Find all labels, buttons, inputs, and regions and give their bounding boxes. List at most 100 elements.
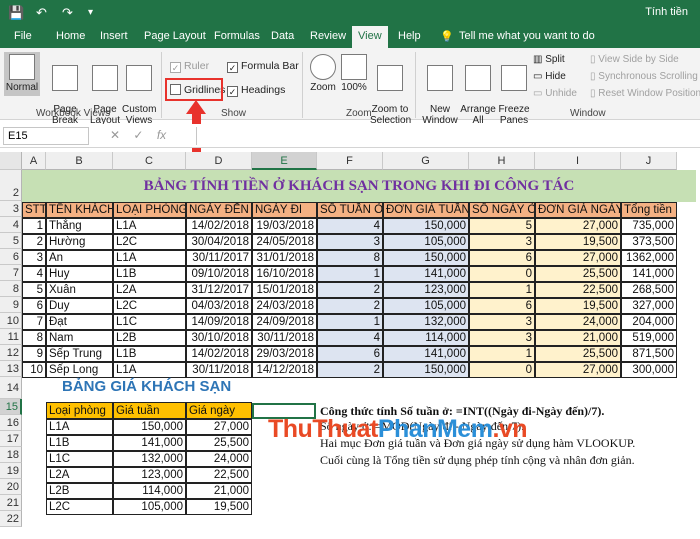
redo-icon[interactable]: ↷	[62, 5, 73, 21]
table-cell[interactable]: Nam	[46, 330, 113, 346]
table-cell[interactable]: L1A	[113, 362, 186, 378]
reset-window-position-button[interactable]: ▯ Reset Window Position	[590, 88, 700, 99]
column-header-f[interactable]: F	[317, 152, 383, 170]
zoom-100-button[interactable]: 100%	[340, 54, 368, 93]
table-cell[interactable]: 871,500	[621, 346, 677, 362]
table-cell[interactable]: 268,500	[621, 282, 677, 298]
ruler-checkbox[interactable]: ✓ Ruler	[170, 60, 209, 73]
row-header-6[interactable]: 6	[0, 249, 22, 265]
price-cell[interactable]: 19,500	[186, 499, 252, 515]
row-header-16[interactable]: 16	[0, 415, 22, 431]
table-cell[interactable]: 1	[469, 346, 535, 362]
table-cell[interactable]: 16/10/2018	[252, 266, 317, 282]
table-cell[interactable]: 2	[317, 362, 383, 378]
table-cell[interactable]: 19,500	[535, 234, 621, 250]
table-cell[interactable]: 300,000	[621, 362, 677, 378]
tell-me-box[interactable]: Tell me what you want to do	[459, 30, 595, 42]
column-header-h[interactable]: H	[469, 152, 535, 170]
table-cell[interactable]: An	[46, 250, 113, 266]
custom-views-button[interactable]: Custom Views	[122, 54, 156, 126]
column-header-a[interactable]: A	[22, 152, 46, 170]
table-cell[interactable]: 31/01/2018	[252, 250, 317, 266]
table-cell[interactable]: 105,000	[383, 234, 469, 250]
table-cell[interactable]: 373,500	[621, 234, 677, 250]
price-cell[interactable]: 25,500	[186, 435, 252, 451]
table-cell[interactable]: L2A	[113, 282, 186, 298]
price-cell[interactable]: 123,000	[113, 467, 186, 483]
column-header-g[interactable]: G	[383, 152, 469, 170]
formula-input[interactable]	[196, 127, 696, 145]
column-header-d[interactable]: D	[186, 152, 252, 170]
row-header-12[interactable]: 12	[0, 345, 22, 361]
row-header-9[interactable]: 9	[0, 297, 22, 313]
table-cell[interactable]: L1B	[113, 346, 186, 362]
table-cell[interactable]: 24/05/2018	[252, 234, 317, 250]
price-cell[interactable]: L2C	[46, 499, 113, 515]
unhide-button[interactable]: ▭ Unhide	[533, 88, 577, 99]
table-cell[interactable]: 15/01/2018	[252, 282, 317, 298]
table-cell[interactable]: 27,000	[535, 250, 621, 266]
synchronous-scrolling-button[interactable]: ▯ Synchronous Scrolling	[590, 71, 698, 82]
table-cell[interactable]: 04/03/2018	[186, 298, 252, 314]
table-cell[interactable]: 30/11/2017	[186, 250, 252, 266]
table-cell[interactable]: 3	[469, 330, 535, 346]
price-cell[interactable]: 141,000	[113, 435, 186, 451]
row-header-22[interactable]: 22	[0, 511, 22, 527]
table-cell[interactable]: Huy	[46, 266, 113, 282]
column-header-c[interactable]: C	[113, 152, 186, 170]
table-cell[interactable]: 141,000	[383, 266, 469, 282]
tab-file[interactable]: File	[14, 30, 32, 42]
table-cell[interactable]: 19/03/2018	[252, 218, 317, 234]
table-cell[interactable]: 7	[22, 314, 46, 330]
table-cell[interactable]: 114,000	[383, 330, 469, 346]
price-cell[interactable]: L2B	[46, 483, 113, 499]
split-button[interactable]: ▥ Split	[533, 54, 565, 65]
table-cell[interactable]: 8	[22, 330, 46, 346]
hide-button[interactable]: ▭ Hide	[533, 71, 566, 82]
table-cell[interactable]: 735,000	[621, 218, 677, 234]
table-cell[interactable]: 2	[22, 234, 46, 250]
price-cell[interactable]: L1B	[46, 435, 113, 451]
table-cell[interactable]: 25,500	[535, 266, 621, 282]
table-cell[interactable]: L2C	[113, 234, 186, 250]
table-cell[interactable]: Hường	[46, 234, 113, 250]
table-cell[interactable]: 150,000	[383, 250, 469, 266]
enter-icon[interactable]: ✓	[133, 128, 143, 142]
undo-icon[interactable]: ↶	[36, 5, 47, 21]
table-cell[interactable]: 21,000	[535, 330, 621, 346]
arrange-all-button[interactable]: Arrange All	[460, 54, 496, 126]
tab-data[interactable]: Data	[271, 30, 294, 42]
row-header-4[interactable]: 4	[0, 217, 22, 233]
table-cell[interactable]: 14/02/2018	[186, 218, 252, 234]
table-cell[interactable]: 30/11/2018	[186, 362, 252, 378]
column-header-e[interactable]: E	[252, 152, 317, 170]
row-header-18[interactable]: 18	[0, 447, 22, 463]
row-header-21[interactable]: 21	[0, 495, 22, 511]
row-header-19[interactable]: 19	[0, 463, 22, 479]
table-cell[interactable]: 24,000	[535, 314, 621, 330]
headings-checkbox[interactable]: ✓ Headings	[227, 84, 285, 97]
table-cell[interactable]: 10	[22, 362, 46, 378]
row-header-20[interactable]: 20	[0, 479, 22, 495]
price-cell[interactable]: 22,500	[186, 467, 252, 483]
table-cell[interactable]: 09/10/2018	[186, 266, 252, 282]
table-cell[interactable]: 24/09/2018	[252, 314, 317, 330]
table-cell[interactable]: 150,000	[383, 362, 469, 378]
row-header-7[interactable]: 7	[0, 265, 22, 281]
table-cell[interactable]: 3	[317, 234, 383, 250]
zoom-to-selection-button[interactable]: Zoom to Selection	[370, 54, 411, 126]
table-cell[interactable]: 6	[22, 298, 46, 314]
table-cell[interactable]: 1	[469, 282, 535, 298]
table-cell[interactable]: 132,000	[383, 314, 469, 330]
table-cell[interactable]: L2B	[113, 330, 186, 346]
row-header-8[interactable]: 8	[0, 281, 22, 297]
tab-help[interactable]: Help	[398, 30, 421, 42]
zoom-button[interactable]: Zoom	[308, 54, 338, 93]
table-cell[interactable]: 4	[22, 266, 46, 282]
table-cell[interactable]: 6	[317, 346, 383, 362]
table-cell[interactable]: L2C	[113, 298, 186, 314]
price-cell[interactable]: 132,000	[113, 451, 186, 467]
new-window-button[interactable]: New Window	[420, 54, 460, 126]
table-cell[interactable]: 5	[469, 218, 535, 234]
table-cell[interactable]: 204,000	[621, 314, 677, 330]
